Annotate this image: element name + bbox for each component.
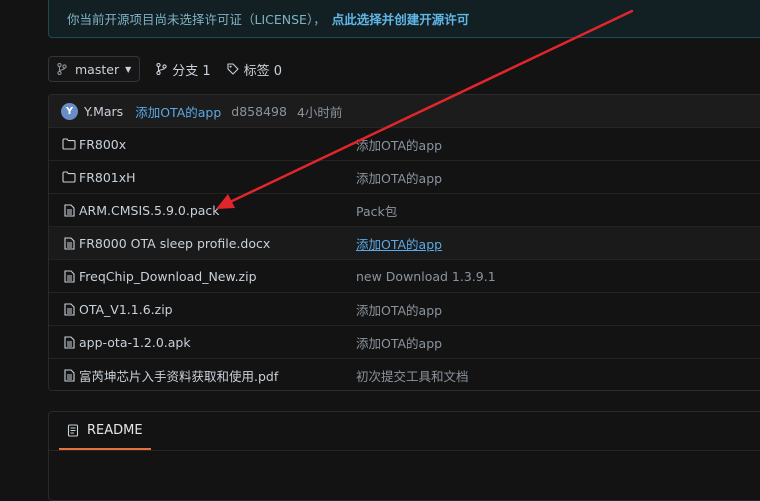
file-icon bbox=[63, 369, 75, 382]
commit-message[interactable]: 添加OTA的app bbox=[135, 102, 221, 121]
repo-toolbar: master ▼ 分支 1 标签 0 bbox=[48, 55, 282, 83]
file-name[interactable]: app-ota-1.2.0.apk bbox=[79, 335, 356, 350]
file-icon bbox=[61, 236, 77, 250]
file-name[interactable]: FR8000 OTA sleep profile.docx bbox=[79, 236, 356, 251]
book-icon bbox=[67, 423, 79, 437]
commit-time: 4小时前 bbox=[296, 104, 343, 120]
file-name[interactable]: FR801xH bbox=[79, 170, 356, 185]
file-commit-message[interactable]: 添加OTA的app bbox=[356, 300, 442, 319]
file-row[interactable]: app-ota-1.2.0.apk 添加OTA的app bbox=[49, 326, 760, 359]
file-name[interactable]: 富芮坤芯片入手资料获取和使用.pdf bbox=[79, 366, 356, 385]
branches-link[interactable]: 分支 1 bbox=[156, 60, 211, 79]
file-commit-message[interactable]: 初次提交工具和文档 bbox=[356, 366, 469, 385]
file-row[interactable]: FR800x 添加OTA的app bbox=[49, 128, 760, 161]
folder-icon bbox=[61, 138, 77, 150]
file-icon bbox=[61, 335, 77, 349]
folder-icon bbox=[62, 138, 76, 150]
branch-name: master bbox=[75, 61, 120, 77]
branch-icon bbox=[156, 63, 167, 75]
license-notice-banner: 你当前开源项目尚未选择许可证（LICENSE）， 点此选择并创建开源许可 bbox=[48, 0, 760, 38]
file-row[interactable]: 富芮坤芯片入手资料获取和使用.pdf 初次提交工具和文档 bbox=[49, 359, 760, 390]
file-commit-message[interactable]: Pack包 bbox=[356, 201, 397, 220]
latest-commit-bar: Y Y.Mars 添加OTA的app d858498 4小时前 bbox=[49, 95, 760, 128]
file-name[interactable]: OTA_V1.1.6.zip bbox=[79, 302, 356, 317]
branch-select-button[interactable]: master ▼ bbox=[48, 56, 141, 82]
file-icon bbox=[61, 203, 77, 217]
file-row[interactable]: FR8000 OTA sleep profile.docx 添加OTA的app bbox=[49, 227, 760, 260]
file-commit-message[interactable]: 添加OTA的app bbox=[356, 135, 442, 154]
file-commit-message[interactable]: 添加OTA的app bbox=[356, 168, 442, 187]
tags-count: 标签 0 bbox=[243, 63, 283, 79]
file-list: Y Y.Mars 添加OTA的app d858498 4小时前 FR800x 添加… bbox=[48, 94, 760, 391]
file-row[interactable]: FreqChip_Download_New.zip new Download 1.… bbox=[49, 260, 760, 293]
readme-tab-label: README bbox=[87, 422, 143, 438]
file-icon bbox=[61, 302, 77, 316]
file-name[interactable]: ARM.CMSIS.5.9.0.pack bbox=[79, 203, 356, 218]
readme-panel: README bbox=[48, 411, 760, 501]
file-name[interactable]: FR800x bbox=[79, 137, 356, 152]
tab-readme[interactable]: README bbox=[59, 412, 151, 450]
file-row[interactable]: OTA_V1.1.6.zip 添加OTA的app bbox=[49, 293, 760, 326]
file-row[interactable]: ARM.CMSIS.5.9.0.pack Pack包 bbox=[49, 194, 760, 227]
readme-header: README bbox=[49, 412, 760, 451]
file-row[interactable]: FR801xH 添加OTA的app bbox=[49, 161, 760, 194]
branch-icon bbox=[57, 63, 67, 75]
create-license-link[interactable]: 点此选择并创建开源许可 bbox=[332, 9, 470, 28]
tags-link[interactable]: 标签 0 bbox=[227, 60, 282, 79]
file-icon bbox=[61, 269, 77, 283]
chevron-down-icon: ▼ bbox=[125, 64, 132, 74]
file-icon bbox=[63, 236, 75, 250]
tag-icon bbox=[227, 63, 239, 75]
branches-count: 分支 1 bbox=[172, 63, 211, 79]
folder-icon bbox=[61, 171, 77, 183]
file-commit-message[interactable]: 添加OTA的app bbox=[356, 333, 442, 352]
folder-icon bbox=[62, 171, 76, 183]
avatar[interactable]: Y bbox=[61, 102, 78, 120]
commit-sha[interactable]: d858498 bbox=[231, 104, 287, 119]
commit-author[interactable]: Y.Mars bbox=[84, 104, 123, 119]
file-commit-message[interactable]: new Download 1.3.9.1 bbox=[356, 269, 496, 284]
file-icon bbox=[63, 203, 75, 217]
file-name[interactable]: FreqChip_Download_New.zip bbox=[79, 269, 356, 284]
file-icon bbox=[63, 302, 75, 316]
license-notice-text: 你当前开源项目尚未选择许可证（LICENSE）， bbox=[67, 12, 326, 27]
file-icon bbox=[63, 335, 75, 349]
file-icon bbox=[61, 369, 77, 382]
file-commit-message[interactable]: 添加OTA的app bbox=[356, 234, 442, 253]
file-icon bbox=[63, 269, 75, 283]
